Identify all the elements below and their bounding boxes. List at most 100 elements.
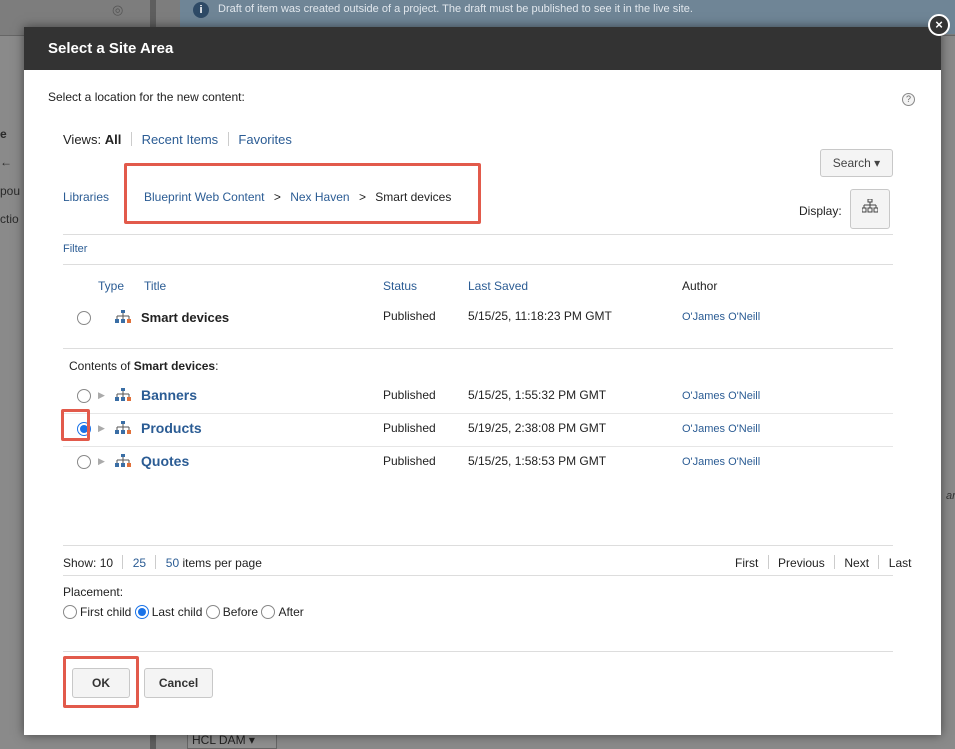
search-dropdown-button[interactable]: Search ▾ [820,149,893,177]
divider [767,555,769,569]
divider [122,555,124,569]
option-label: Before [222,605,259,619]
current-location-radio[interactable] [77,311,91,325]
dialog-prompt: Select a location for the new content: [48,90,245,104]
column-header-status[interactable]: Status [383,279,417,293]
pagination: First Previous Next Last [735,555,911,570]
row-last-saved: 5/15/25, 1:58:53 PM GMT [468,454,607,468]
breadcrumb-root: Libraries [63,190,109,204]
row-author-link[interactable]: O'James O'Neill [682,390,760,402]
current-location-title: Smart devices [141,310,230,325]
divider [63,651,893,652]
show-label: Show: [63,556,97,570]
divider [63,348,893,349]
column-header-title[interactable]: Title [144,279,166,293]
views-label: Views: [63,132,102,147]
cancel-button[interactable]: Cancel [144,668,213,698]
radio-after[interactable] [261,605,276,619]
expand-arrow-icon[interactable]: ▶ [98,390,105,401]
dialog-title: Select a Site Area [24,27,941,70]
current-location-author-link[interactable]: O'James O'Neill [682,311,760,323]
radio-before[interactable] [205,605,220,619]
select-site-area-dialog: Select a Site Area Select a location for… [24,27,941,735]
placement-after-option[interactable]: After [261,605,304,619]
divider [63,575,893,576]
views-bar: Views: All Recent Items Favorites [63,132,292,147]
current-location-last-saved: 5/15/25, 11:18:23 PM GMT [468,309,612,323]
selected-radio-highlight-box [61,409,90,441]
radio-first-child[interactable] [63,605,77,619]
divider [63,446,893,447]
option-label: Last child [151,605,203,619]
divider [63,234,893,235]
row-radio-quotes[interactable] [77,455,91,469]
divider [878,555,880,569]
contents-suffix: : [215,359,219,373]
pager-first[interactable]: First [735,556,758,570]
row-title-products-link[interactable]: Products [141,420,202,436]
row-last-saved: 5/19/25, 2:38:08 PM GMT [468,421,607,435]
placement-last-child-option[interactable]: Last child [134,605,203,619]
contents-name: Smart devices [133,359,216,373]
placement-before-option[interactable]: Before [205,605,259,619]
ok-highlight-box [63,656,139,708]
placement-first-child-option[interactable]: First child [63,605,131,619]
page-size-10: 10 [99,556,114,570]
site-area-icon [115,388,131,401]
background-left-fragment: ctio [0,212,19,226]
view-recent-items-link[interactable]: Recent Items [142,132,219,147]
breadcrumb-highlight-box [124,163,481,224]
site-area-icon [115,454,131,467]
site-area-icon [115,421,131,434]
page-size-50-link[interactable]: 50 [166,556,179,570]
placement-options: First child Last child Before After [63,605,304,619]
row-status: Published [383,388,436,402]
hierarchy-icon [861,198,879,213]
column-header-author: Author [682,279,718,293]
page-size-25-link[interactable]: 25 [133,556,146,570]
row-status: Published [383,421,436,435]
background-back-arrow: ← [0,155,12,169]
filter-link[interactable]: Filter [63,243,87,255]
divider [834,555,836,569]
placement-label: Placement: [63,585,124,599]
view-all-tab[interactable]: All [105,132,122,147]
pager-last[interactable]: Last [889,556,912,570]
divider [155,555,157,569]
items-per-page-label: items per page [182,556,262,570]
display-label: Display: [799,204,842,218]
expand-arrow-icon[interactable]: ▶ [98,456,105,467]
divider [130,132,132,146]
contents-prefix: Contents of [69,359,134,373]
background-left-fragment: pou [0,184,21,198]
display-hierarchy-button[interactable] [850,189,890,229]
option-label: First child [80,605,132,619]
info-banner-text: Draft of item was created outside of a p… [218,3,693,15]
info-icon: i [193,2,209,18]
close-icon[interactable]: × [928,14,950,36]
row-author-link[interactable]: O'James O'Neill [682,423,760,435]
pager-previous[interactable]: Previous [778,556,825,570]
row-radio-banners[interactable] [77,389,91,403]
radio-last-child[interactable] [134,605,149,619]
view-favorites-link[interactable]: Favorites [238,132,291,147]
row-title-banners-link[interactable]: Banners [141,387,197,403]
row-last-saved: 5/15/25, 1:55:32 PM GMT [468,388,607,402]
expand-arrow-icon[interactable]: ▶ [98,423,105,434]
page-size-selector: Show: 10 25 50 items per page [63,555,262,570]
current-location-status: Published [383,309,436,323]
divider [63,545,893,546]
divider [63,413,893,414]
column-header-last-saved[interactable]: Last Saved [468,279,528,293]
contents-label: Contents of Smart devices: [69,359,218,373]
column-header-type[interactable]: Type [98,279,124,293]
divider [227,132,229,146]
row-title-quotes-link[interactable]: Quotes [141,453,189,469]
pager-next[interactable]: Next [844,556,869,570]
row-author-link[interactable]: O'James O'Neill [682,456,760,468]
gauge-icon: ◎ [112,2,124,17]
breadcrumb-libraries-link[interactable]: Libraries [63,190,109,204]
help-icon[interactable]: ? [902,93,915,106]
option-label: After [278,605,304,619]
site-area-icon [115,310,131,323]
